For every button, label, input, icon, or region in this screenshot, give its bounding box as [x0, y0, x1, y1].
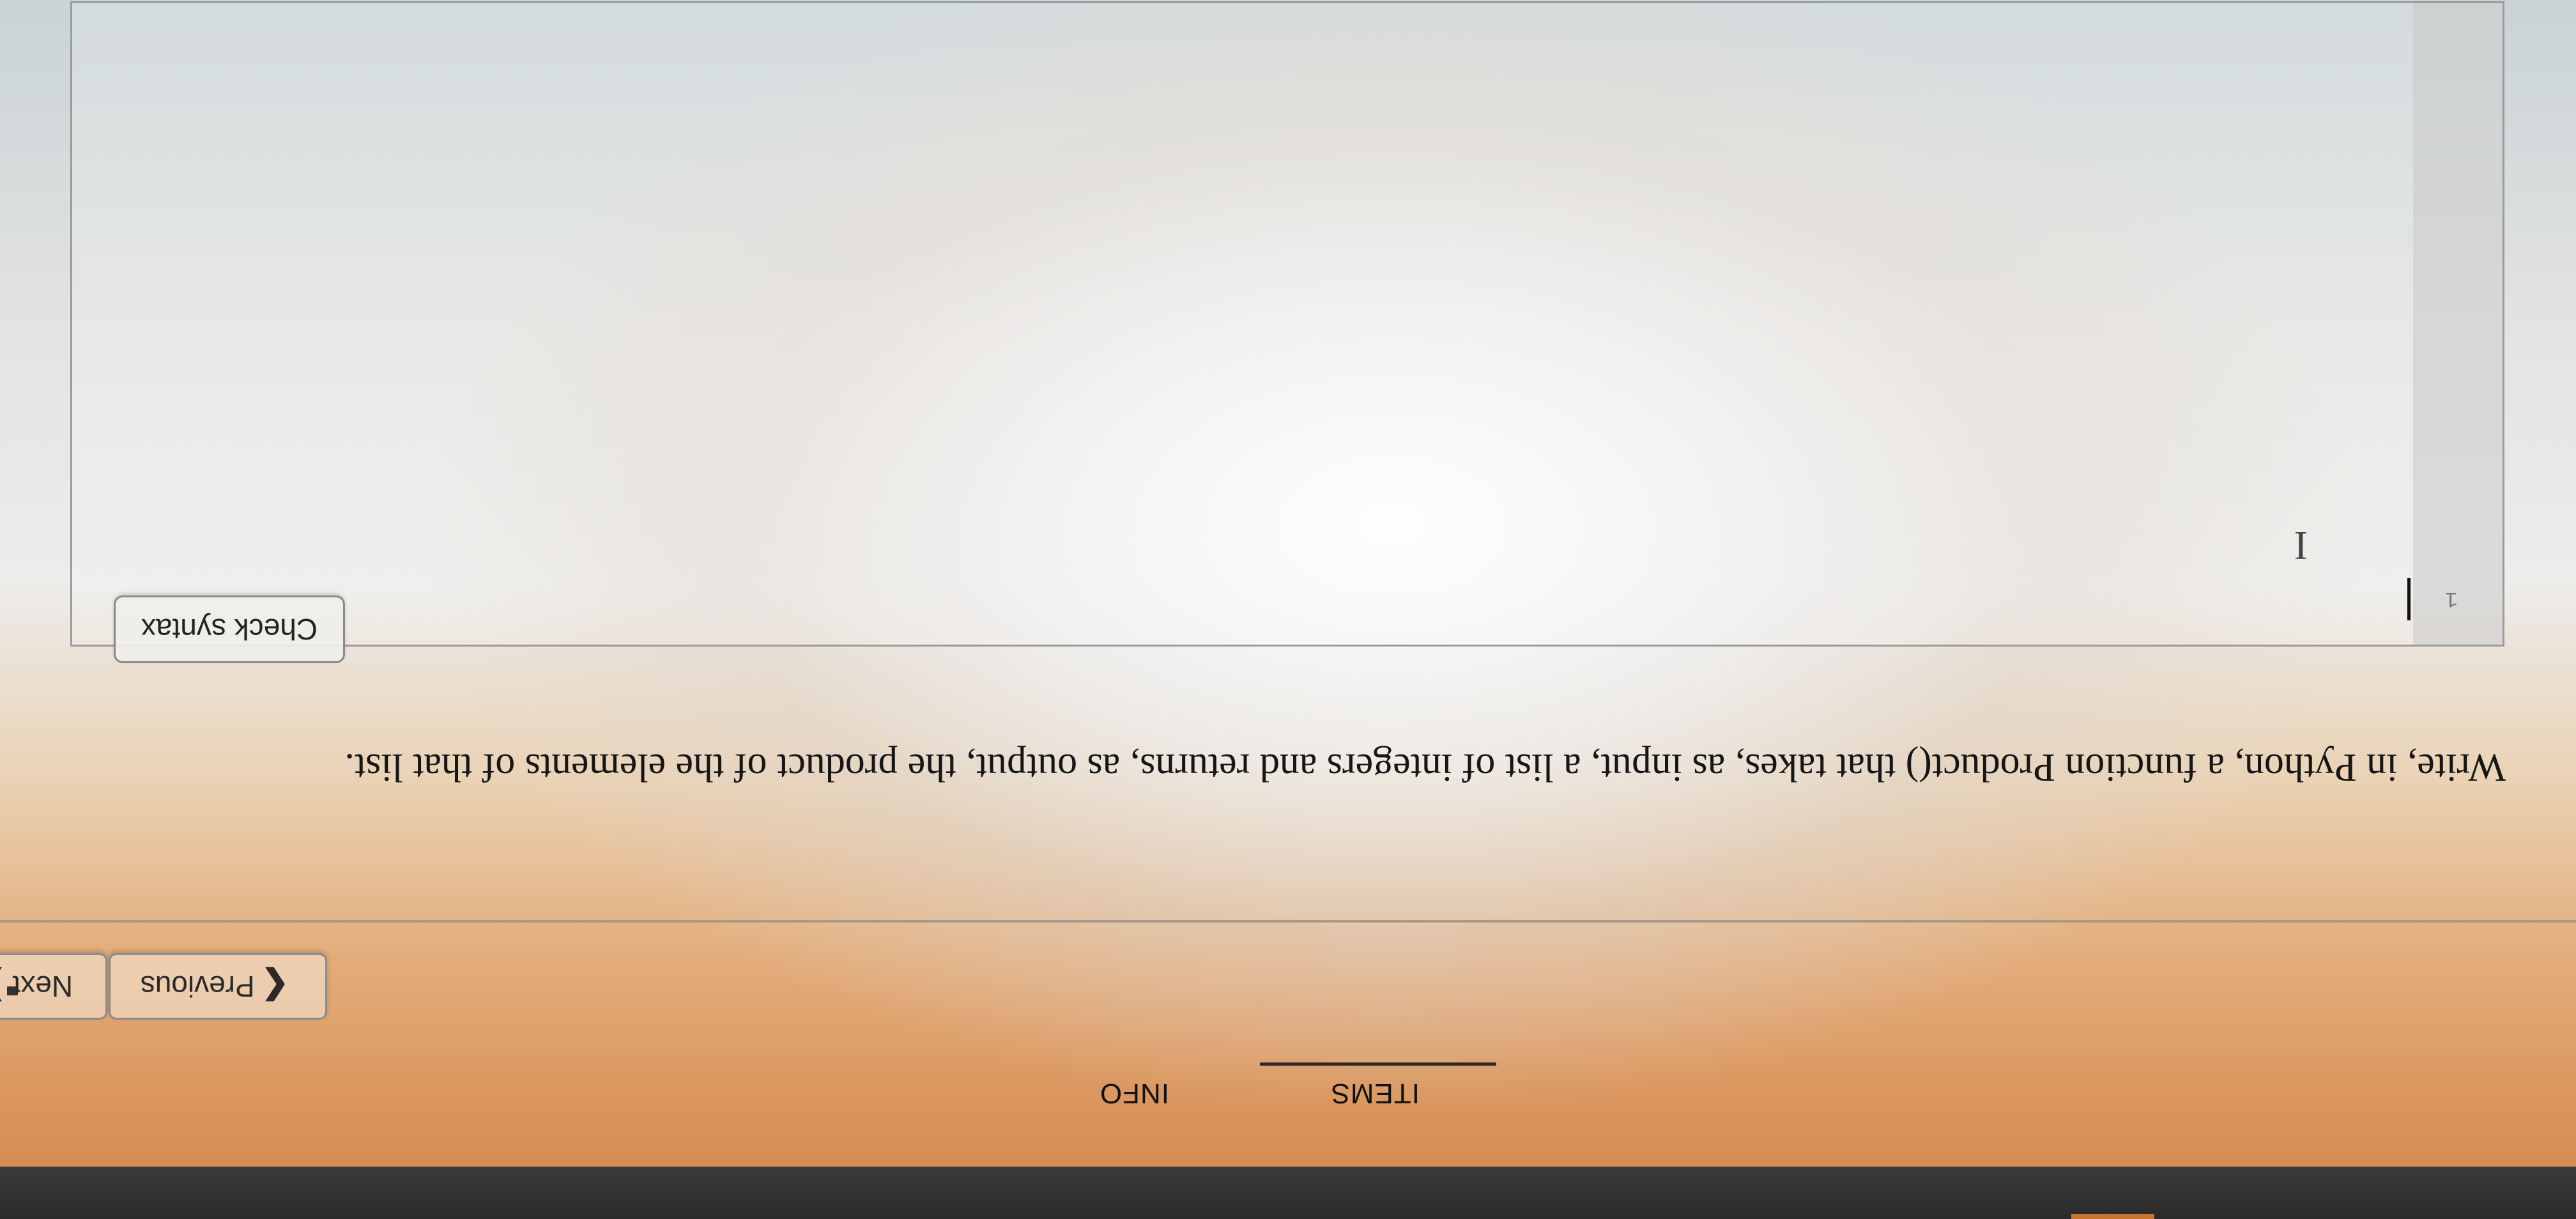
previous-button[interactable]: ❮ Previous: [109, 953, 327, 1020]
check-syntax-row: Check syntax: [114, 595, 1455, 663]
previous-label: Previous: [140, 970, 255, 1003]
next-label: Next: [12, 970, 73, 1003]
chevron-right-icon: ❯: [0, 967, 6, 1006]
code-editor[interactable]: 1 I: [70, 1, 2504, 647]
tab-info[interactable]: INFO: [1100, 1077, 1169, 1109]
photo-background: INFO ITEMS ❮ Previous Next ❯ Write, in P…: [0, 0, 2576, 1219]
chevron-left-icon: ❮: [261, 968, 289, 1005]
item-marker: [7, 986, 16, 995]
line-number-gutter: 1: [2413, 3, 2503, 645]
text-caret: [2407, 578, 2411, 620]
browser-top-strip: [0, 1167, 2576, 1219]
section-divider: [0, 920, 2576, 923]
accent-bar: [2071, 1214, 2154, 1219]
next-button[interactable]: Next ❯: [0, 953, 107, 1020]
line-number: 1: [2444, 586, 2458, 610]
i-beam-cursor-icon: I: [2294, 523, 2308, 569]
check-syntax-button[interactable]: Check syntax: [114, 595, 345, 663]
quiz-screen: INFO ITEMS ❮ Previous Next ❯ Write, in P…: [0, 0, 2576, 1219]
tab-items[interactable]: ITEMS: [1331, 1077, 1420, 1109]
question-text: Write, in Python, a function Product() t…: [344, 746, 2506, 789]
active-tab-indicator: [1260, 1062, 1496, 1066]
